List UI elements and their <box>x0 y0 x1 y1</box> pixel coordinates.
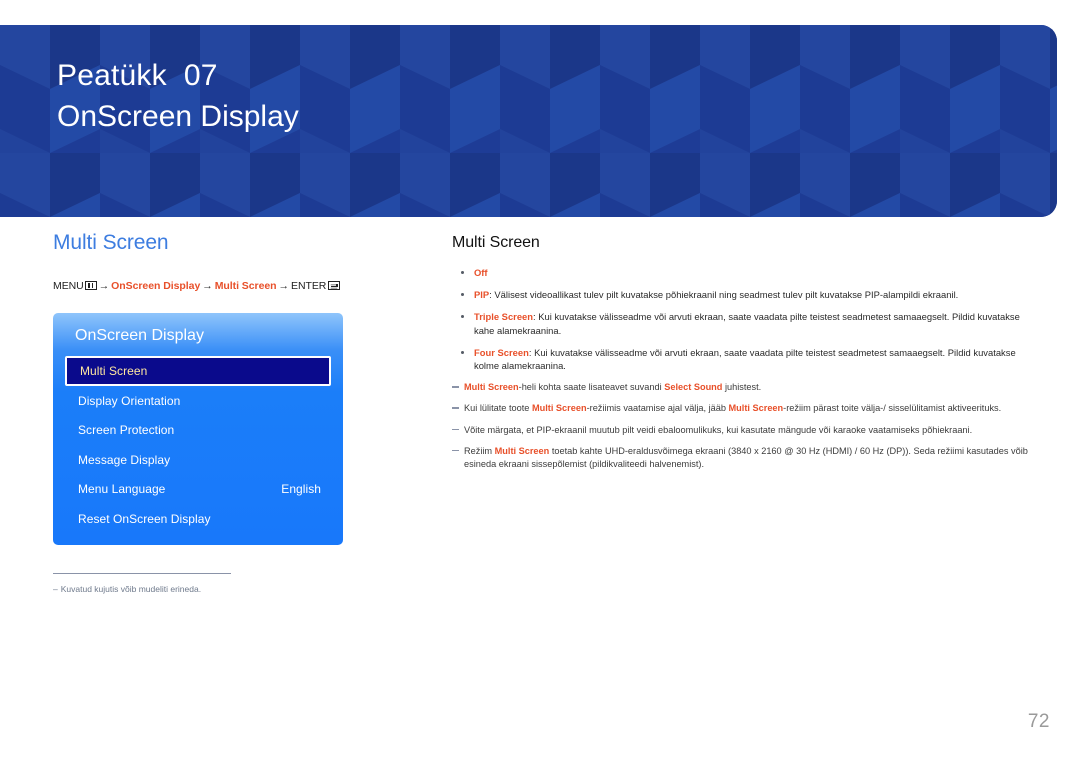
osd-item-label: Menu Language <box>78 482 166 497</box>
osd-item-reset-onscreen-display[interactable]: Reset OnScreen Display <box>53 504 343 534</box>
footnote-body: Kuvatud kujutis võib mudeliti erineda. <box>60 584 202 594</box>
option-term: Off <box>474 267 488 278</box>
bullet-item-triple-screen: Triple Screen: Kui kuvatakse välisseadme… <box>452 310 1032 336</box>
osd-menu-title: OnScreen Display <box>75 327 204 344</box>
osd-item-label: Display Orientation <box>78 393 181 408</box>
note-term: Select Sound <box>664 382 723 393</box>
note-text: -režiimis vaatamise ajal välja, jääb <box>586 403 729 414</box>
footnote-text: – Kuvatud kujutis võib mudeliti erineda. <box>53 583 353 595</box>
path-arrow-2: → <box>202 280 213 292</box>
note-text: juhistest. <box>722 382 762 393</box>
option-description: Kui kuvatakse välisseadme või arvuti ekr… <box>474 346 1016 372</box>
chapter-title: OnScreen Display <box>57 100 299 133</box>
path-step-onscreen-display: OnScreen Display <box>111 280 201 292</box>
note-text: -režiim pärast toite välja-/ sisselülita… <box>783 403 1002 414</box>
manual-page: Peatükk 07 OnScreen Display Multi Screen… <box>0 0 1080 763</box>
osd-item-label: Multi Screen <box>80 364 148 378</box>
note-text: Režiim <box>464 445 495 456</box>
option-term: Four Screen <box>474 346 529 358</box>
bullet-item-off: Off <box>452 266 1032 279</box>
chapter-label: Peatükk <box>57 59 167 92</box>
menu-label: MENU <box>53 280 84 292</box>
note-term: Multi Screen <box>728 403 784 414</box>
osd-item-message-display[interactable]: Message Display <box>53 445 343 475</box>
note-term: Multi Screen <box>531 403 587 414</box>
chapter-label-line: Peatükk 07 <box>57 57 299 95</box>
osd-item-screen-protection[interactable]: Screen Protection <box>53 416 343 446</box>
path-arrow-1: → <box>98 280 110 292</box>
right-column-title: Multi Screen <box>452 234 540 251</box>
path-step-multi-screen: Multi Screen <box>214 280 277 292</box>
option-description: Välisest videoallikast tulev pilt kuvata… <box>494 289 959 301</box>
enter-label: ENTER <box>291 280 327 292</box>
note-term: Multi Screen <box>464 382 519 393</box>
option-term: PIP <box>474 289 490 301</box>
osd-item-label: Message Display <box>78 452 171 467</box>
left-footnote-block: – Kuvatud kujutis võib mudeliti erineda. <box>53 573 353 595</box>
note-text: Kui lülitate toote <box>464 403 532 414</box>
menu-grid-icon <box>84 281 97 290</box>
left-column: Multi Screen MENU → OnScreen Display → Multi… <box>53 230 423 293</box>
header-text-block: Peatükk 07 OnScreen Display <box>57 57 299 137</box>
option-bullet-list: Off PIP: Välisest videoallikast tulev pi… <box>452 266 1032 372</box>
chapter-header-banner: Peatükk 07 OnScreen Display <box>0 25 1057 217</box>
osd-item-value: English <box>281 482 321 497</box>
path-arrow-3: → <box>278 280 290 292</box>
osd-item-menu-language[interactable]: Menu Language English <box>53 475 343 505</box>
menu-path-breadcrumb: MENU → OnScreen Display → Multi Screen → ENTER <box>53 279 423 293</box>
osd-item-multi-screen[interactable]: Multi Screen <box>65 356 331 386</box>
note-item: Kui lülitate toote Multi Screen-režiimis… <box>452 402 1032 415</box>
section-title: Multi Screen <box>53 231 169 254</box>
note-text: Võite märgata, et PIP-ekraanil muutub pi… <box>464 424 973 435</box>
bullet-item-pip: PIP: Välisest videoallikast tulev pilt k… <box>452 288 1032 301</box>
note-item: Võite märgata, et PIP-ekraanil muutub pi… <box>452 424 1032 437</box>
option-description: Kui kuvatakse välisseadme või arvuti ekr… <box>474 311 1020 336</box>
osd-menu-mock: OnScreen Display Multi Screen Display Or… <box>53 313 343 545</box>
osd-item-label: Reset OnScreen Display <box>78 511 211 526</box>
footnote-divider <box>53 573 231 574</box>
footnote-dash: – <box>53 584 58 594</box>
option-term: Triple Screen <box>474 311 534 323</box>
notes-list: Multi Screen-heli kohta saate lisateavet… <box>452 381 1032 471</box>
bullet-item-four-screen: Four Screen: Kui kuvatakse välisseadme v… <box>452 346 1032 372</box>
enter-return-icon <box>328 281 341 290</box>
note-term: Multi Screen <box>494 445 550 456</box>
osd-item-label: Screen Protection <box>78 423 175 438</box>
note-text: -heli kohta saate lisateavet suvandi <box>518 382 665 393</box>
osd-menu-list: Multi Screen Display Orientation Screen … <box>53 356 343 534</box>
note-item: Režiim Multi Screen toetab kahte UHD-era… <box>452 445 1032 471</box>
chapter-number: 07 <box>183 59 218 92</box>
page-number: 72 <box>1027 711 1050 732</box>
osd-item-display-orientation[interactable]: Display Orientation <box>53 386 343 416</box>
note-item: Multi Screen-heli kohta saate lisateavet… <box>452 381 1032 394</box>
note-text: toetab kahte UHD-eraldusvõimega ekraani … <box>464 445 1028 470</box>
right-column: Multi Screen Off PIP: Välisest videoalli… <box>452 232 1032 479</box>
